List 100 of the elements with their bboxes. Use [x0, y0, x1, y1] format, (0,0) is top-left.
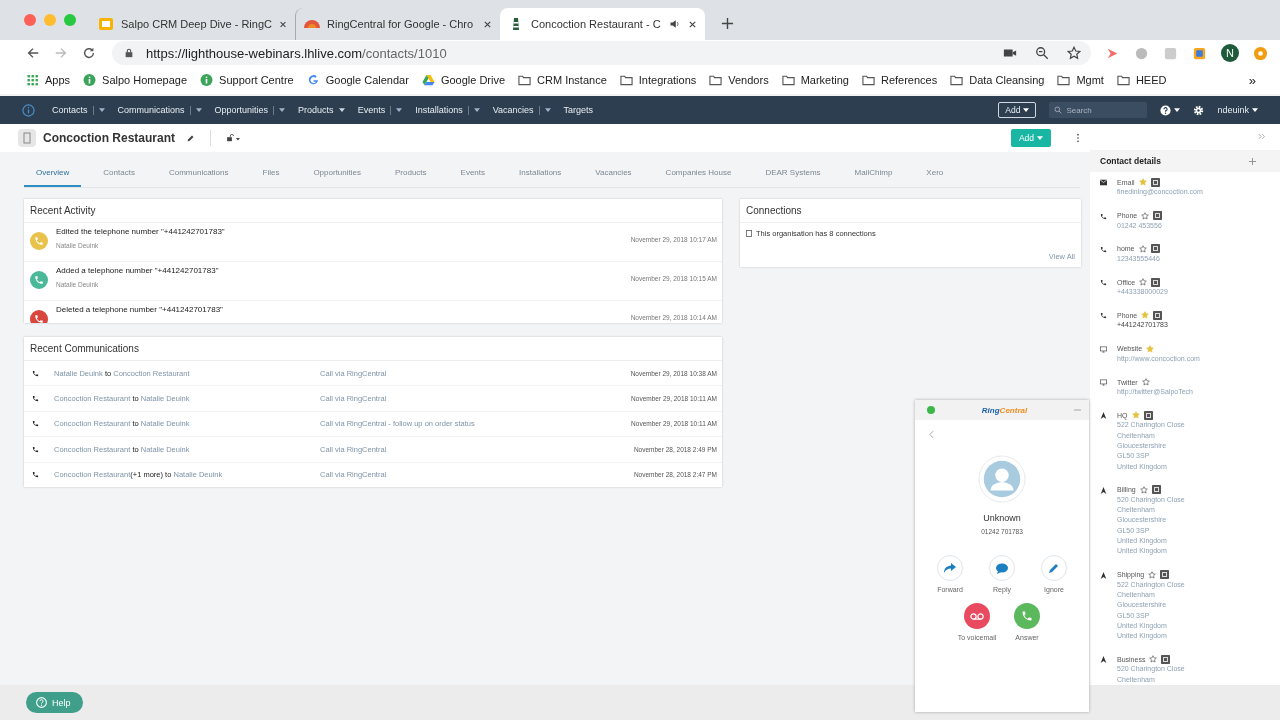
- bookmark[interactable]: CRM Instance: [518, 74, 607, 86]
- record-tab[interactable]: Communications: [156, 160, 241, 187]
- browser-tab[interactable]: Concoction Restaurant - C: [500, 8, 705, 40]
- close-icon[interactable]: [688, 19, 697, 29]
- star-icon[interactable]: [1139, 485, 1148, 494]
- caret-icon: [1023, 108, 1030, 112]
- caret-icon[interactable]: [338, 108, 345, 112]
- search-field[interactable]: Search: [1049, 102, 1148, 118]
- browser-tab[interactable]: Salpo CRM Deep Dive - RingC: [90, 8, 295, 40]
- star-icon[interactable]: [1131, 411, 1140, 420]
- activity-text: Deleted a telephone number "+441242701783": [56, 305, 224, 314]
- record-tab[interactable]: Installations: [507, 160, 574, 187]
- pencil-icon: [1048, 562, 1060, 574]
- star-icon[interactable]: [1146, 344, 1155, 353]
- add-icon[interactable]: [1249, 157, 1256, 165]
- extension-icon[interactable]: [1192, 45, 1207, 61]
- phone-icon: [32, 471, 39, 479]
- close-icon[interactable]: [483, 19, 492, 29]
- record-tab[interactable]: Overview: [24, 160, 82, 187]
- record-tab[interactable]: Xero: [914, 160, 956, 187]
- record-tab[interactable]: MailChimp: [842, 160, 905, 187]
- profile-avatar[interactable]: N: [1221, 44, 1239, 62]
- speaker-icon[interactable]: [669, 18, 681, 30]
- nav-menu-item[interactable]: Products: [298, 105, 345, 115]
- caret-icon[interactable]: [279, 108, 286, 112]
- star-icon[interactable]: [1149, 655, 1158, 664]
- folder-icon: [781, 74, 795, 86]
- star-icon[interactable]: [1141, 211, 1150, 220]
- voicemail-button[interactable]: [964, 603, 990, 629]
- extension-icon[interactable]: [1253, 45, 1268, 61]
- caret-icon[interactable]: [544, 108, 551, 112]
- activity-text: Added a telephone number "+441242701783": [56, 266, 220, 275]
- star-icon[interactable]: [1148, 570, 1157, 579]
- panel-title: Recent Communications: [24, 337, 722, 361]
- nav-menu-item[interactable]: Events: [357, 105, 403, 115]
- settings-icon[interactable]: [1193, 104, 1205, 116]
- star-icon[interactable]: [1138, 178, 1147, 187]
- add-button[interactable]: Add: [1010, 129, 1051, 147]
- record-tab[interactable]: Opportunities: [301, 160, 373, 187]
- voicemail-icon: [970, 612, 984, 620]
- answer-button[interactable]: [1014, 603, 1040, 629]
- back-icon[interactable]: [26, 46, 40, 60]
- new-tab-icon[interactable]: [721, 17, 734, 30]
- user-menu[interactable]: ndeuink: [1217, 105, 1258, 115]
- pencil-icon[interactable]: [186, 133, 195, 143]
- nav-menu-item[interactable]: Vacancies: [492, 105, 551, 115]
- record-tab[interactable]: Contacts: [91, 160, 147, 187]
- record-tab[interactable]: Products: [383, 160, 439, 187]
- nav-menu-item[interactable]: Installations: [415, 105, 480, 115]
- star-icon[interactable]: [1139, 278, 1148, 287]
- nav-menu-item[interactable]: Contacts: [52, 105, 105, 115]
- caret-icon[interactable]: [1174, 108, 1181, 112]
- bookmark[interactable]: Mgmt: [1057, 74, 1104, 86]
- phone-icon: [1100, 312, 1107, 320]
- nav-menu-item[interactable]: Targets: [563, 105, 594, 115]
- nav-menu-item[interactable]: Opportunities: [214, 105, 286, 115]
- forward-arrow-icon: [944, 563, 956, 573]
- record-tab[interactable]: DEAR Systems: [753, 160, 833, 187]
- bookmark[interactable]: Data Cleansing: [950, 74, 1045, 86]
- help-icon[interactable]: [1160, 104, 1172, 116]
- info-logo-icon[interactable]: [22, 103, 35, 117]
- close-window-icon[interactable]: [24, 14, 36, 26]
- unlock-icon[interactable]: [226, 134, 241, 142]
- sidebar-title: Contact details: [1100, 156, 1161, 167]
- bookmark-star-icon[interactable]: [1067, 46, 1081, 60]
- dome-icon: [304, 20, 320, 28]
- bookmark[interactable]: Marketing: [781, 74, 849, 86]
- record-tab[interactable]: Vacancies: [583, 160, 644, 187]
- close-icon[interactable]: [279, 19, 287, 29]
- bookmark[interactable]: Apps: [26, 74, 71, 86]
- record-tab[interactable]: Companies House: [653, 160, 744, 187]
- bookmark[interactable]: Support Centre: [200, 74, 294, 86]
- caret-icon[interactable]: [396, 108, 403, 112]
- caret-icon[interactable]: [473, 108, 480, 112]
- bookmark[interactable]: Salpo Homepage: [83, 74, 188, 86]
- help-button[interactable]: Help: [26, 692, 83, 713]
- folder-icon: [1057, 74, 1071, 86]
- reload-icon[interactable]: [82, 46, 96, 60]
- bookmark[interactable]: HEED: [1116, 74, 1167, 86]
- star-icon[interactable]: [1141, 378, 1150, 387]
- more-bookmarks-button[interactable]: »: [1248, 72, 1256, 88]
- bookmark[interactable]: References: [861, 74, 938, 86]
- bookmark[interactable]: Vendors: [709, 74, 769, 86]
- add-button[interactable]: Add: [998, 102, 1037, 118]
- bookmark[interactable]: Google Drive: [421, 74, 506, 86]
- address-field[interactable]: https://lighthouse-webinars.lhlive.com/contacts/1010: [112, 41, 1091, 65]
- more-options-icon[interactable]: [1076, 133, 1080, 143]
- caret-icon[interactable]: [98, 108, 105, 112]
- record-tab[interactable]: Files: [250, 160, 292, 187]
- record-tab[interactable]: Events: [448, 160, 498, 187]
- zoom-icon[interactable]: [1035, 46, 1049, 60]
- caret-icon[interactable]: [195, 108, 202, 112]
- nav-menu-item[interactable]: Communications: [117, 105, 202, 115]
- bookmark[interactable]: Integrations: [619, 74, 697, 86]
- location-arrow-icon: [1100, 412, 1107, 420]
- search-icon: [1054, 106, 1063, 114]
- star-icon[interactable]: [1141, 311, 1150, 320]
- bookmark[interactable]: Google Calendar: [306, 74, 409, 86]
- building-icon: [18, 129, 36, 147]
- star-icon[interactable]: [1138, 244, 1147, 253]
